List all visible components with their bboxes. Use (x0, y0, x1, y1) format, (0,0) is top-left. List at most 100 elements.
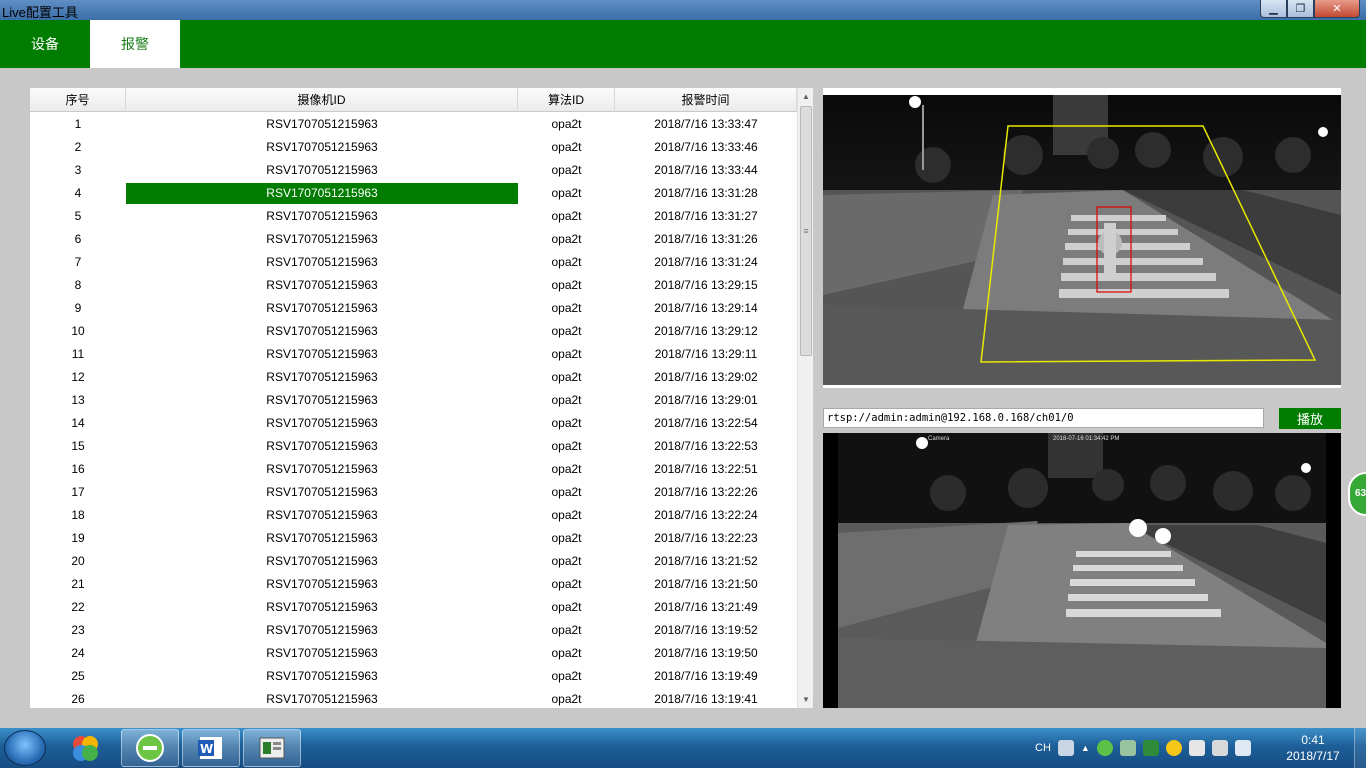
table-row[interactable]: 8 RSV1707051215963 opa2t 2018/7/16 13:29:15 (30, 274, 797, 297)
table-row[interactable]: 10 RSV1707051215963 opa2t 2018/7/16 13:29:1… (30, 320, 797, 343)
cell-camera-id: RSV1707051215963 (266, 485, 378, 499)
cell-index: 19 (71, 531, 85, 545)
browser-icon[interactable] (121, 729, 179, 767)
cell-algorithm-id: opa2t (551, 692, 582, 706)
keyboard-icon[interactable] (1057, 740, 1074, 756)
cell-index: 25 (71, 669, 85, 683)
cell-algorithm-id: opa2t (551, 462, 582, 476)
windows-start-icon[interactable] (4, 730, 46, 766)
cell-camera-id: RSV1707051215963 (266, 347, 378, 361)
live-config-tool-icon[interactable] (243, 729, 301, 767)
cell-camera-id: RSV1707051215963 (266, 669, 378, 683)
table-row[interactable]: 16 RSV1707051215963 opa2t 2018/7/16 13:22:5… (30, 458, 797, 481)
cell-algorithm-id: opa2t (551, 324, 582, 338)
update-plus-icon[interactable] (1165, 740, 1182, 756)
cell-camera-id: RSV1707051215963 (266, 370, 378, 384)
column-header-index[interactable]: 序号 (30, 88, 126, 112)
stream-url-input[interactable]: rtsp://admin:admin@192.168.0.168/ch01/0 (823, 408, 1264, 428)
app-launcher-icon[interactable] (56, 729, 114, 767)
cell-camera-id: RSV1707051215963 (266, 232, 378, 246)
cell-camera-id: RSV1707051215963 (266, 209, 378, 223)
browser-tray-icon[interactable] (1096, 740, 1113, 756)
cell-index: 9 (74, 301, 82, 315)
table-row[interactable]: 7 RSV1707051215963 opa2t 2018/7/16 13:31:24 (30, 251, 797, 274)
word-icon[interactable]: W (182, 729, 240, 767)
volume-icon[interactable] (1234, 740, 1251, 756)
network-icon[interactable] (1211, 740, 1228, 756)
cell-camera-id: RSV1707051215963 (266, 462, 378, 476)
play-button[interactable]: 播放 (1279, 408, 1341, 429)
cell-camera-id: RSV1707051215963 (266, 278, 378, 292)
column-header-alarm-time[interactable]: 报警时间 (615, 88, 797, 112)
table-row[interactable]: 22 RSV1707051215963 opa2t 2018/7/16 13:21:4… (30, 596, 797, 619)
scroll-thumb[interactable]: ≡ (800, 106, 812, 356)
table-row[interactable]: 6 RSV1707051215963 opa2t 2018/7/16 13:31:26 (30, 228, 797, 251)
table-row[interactable]: 11 RSV1707051215963 opa2t 2018/7/16 13:29:1… (30, 343, 797, 366)
table-row[interactable]: 9 RSV1707051215963 opa2t 2018/7/16 13:29:14 (30, 297, 797, 320)
cell-index: 10 (71, 324, 85, 338)
cell-index: 6 (74, 232, 82, 246)
column-header-camera-id[interactable]: 摄像机ID (126, 88, 518, 112)
cell-algorithm-id: opa2t (551, 186, 582, 200)
language-indicator[interactable]: CH (1035, 742, 1051, 754)
table-row[interactable]: 18 RSV1707051215963 opa2t 2018/7/16 13:22:2… (30, 504, 797, 527)
cell-index: 3 (74, 163, 82, 177)
scroll-up-arrow-icon[interactable]: ▲ (798, 88, 813, 105)
cell-alarm-time: 2018/7/16 13:29:11 (654, 347, 758, 361)
table-row[interactable]: 14 RSV1707051215963 opa2t 2018/7/16 13:22:5… (30, 412, 797, 435)
network-drive-icon[interactable] (1119, 740, 1136, 756)
cell-alarm-time: 2018/7/16 13:29:14 (654, 301, 758, 315)
table-row[interactable]: 26 RSV1707051215963 opa2t 2018/7/16 13:19:4… (30, 688, 797, 708)
column-header-algorithm-id[interactable]: 算法ID (518, 88, 615, 112)
window-title: Live配置工具 (2, 5, 78, 20)
cell-index: 18 (71, 508, 85, 522)
window-controls: ▁ ❐ ✕ (1260, 0, 1360, 18)
taskbar-clock[interactable]: 0:41 2018/7/17 (1278, 732, 1348, 764)
cell-camera-id: RSV1707051215963 (266, 117, 378, 131)
table-row[interactable]: 17 RSV1707051215963 opa2t 2018/7/16 13:22:2… (30, 481, 797, 504)
cell-camera-id: RSV1707051215963 (266, 692, 378, 706)
tab-alarms[interactable]: 报警 (90, 20, 180, 68)
system-tray: CH ▲ (1035, 728, 1251, 768)
table-row[interactable]: 15 RSV1707051215963 opa2t 2018/7/16 13:22:5… (30, 435, 797, 458)
table-scrollbar[interactable]: ▲ ≡ ▼ (797, 88, 813, 708)
show-desktop-button[interactable] (1354, 728, 1366, 768)
table-row[interactable]: 4 RSV1707051215963 opa2t 2018/7/16 13:31:28 (30, 182, 797, 205)
live-video-panel: Camera 2018-07-16 01:34:42 PM (823, 433, 1341, 708)
cell-index: 17 (71, 485, 85, 499)
cell-camera-id: RSV1707051215963 (266, 646, 378, 660)
cell-alarm-time: 2018/7/16 13:31:27 (654, 209, 758, 223)
cell-algorithm-id: opa2t (551, 600, 582, 614)
table-body: 1 RSV1707051215963 opa2t 2018/7/16 13:33:47… (30, 113, 797, 708)
maximize-button[interactable]: ❐ (1287, 0, 1314, 18)
usb-device-icon[interactable] (1188, 740, 1205, 756)
close-button[interactable]: ✕ (1314, 0, 1360, 18)
minimize-button[interactable]: ▁ (1260, 0, 1287, 18)
cell-alarm-time: 2018/7/16 13:22:24 (654, 508, 758, 522)
cell-camera-id: RSV1707051215963 (266, 301, 378, 315)
table-row[interactable]: 1 RSV1707051215963 opa2t 2018/7/16 13:33:47 (30, 113, 797, 136)
cell-alarm-time: 2018/7/16 13:33:44 (654, 163, 758, 177)
table-row[interactable]: 19 RSV1707051215963 opa2t 2018/7/16 13:22:2… (30, 527, 797, 550)
scroll-down-arrow-icon[interactable]: ▼ (798, 691, 813, 708)
floating-badge[interactable]: 63 (1348, 472, 1366, 516)
tray-expand-icon[interactable]: ▲ (1081, 743, 1090, 753)
table-row[interactable]: 20 RSV1707051215963 opa2t 2018/7/16 13:21:5… (30, 550, 797, 573)
table-row[interactable]: 24 RSV1707051215963 opa2t 2018/7/16 13:19:5… (30, 642, 797, 665)
cell-algorithm-id: opa2t (551, 623, 582, 637)
table-row[interactable]: 12 RSV1707051215963 opa2t 2018/7/16 13:29:0… (30, 366, 797, 389)
table-row[interactable]: 23 RSV1707051215963 opa2t 2018/7/16 13:19:5… (30, 619, 797, 642)
table-row[interactable]: 21 RSV1707051215963 opa2t 2018/7/16 13:21:5… (30, 573, 797, 596)
cell-algorithm-id: opa2t (551, 163, 582, 177)
table-row[interactable]: 3 RSV1707051215963 opa2t 2018/7/16 13:33:44 (30, 159, 797, 182)
tab-devices[interactable]: 设备 (0, 20, 90, 68)
cell-index: 8 (74, 278, 82, 292)
table-row[interactable]: 5 RSV1707051215963 opa2t 2018/7/16 13:31:27 (30, 205, 797, 228)
cell-alarm-time: 2018/7/16 13:31:24 (654, 255, 758, 269)
cell-alarm-time: 2018/7/16 13:31:26 (654, 232, 758, 246)
cell-alarm-time: 2018/7/16 13:29:15 (654, 278, 758, 292)
table-row[interactable]: 2 RSV1707051215963 opa2t 2018/7/16 13:33:46 (30, 136, 797, 159)
table-row[interactable]: 13 RSV1707051215963 opa2t 2018/7/16 13:29:0… (30, 389, 797, 412)
security-shield-icon[interactable] (1142, 740, 1159, 756)
table-row[interactable]: 25 RSV1707051215963 opa2t 2018/7/16 13:19:4… (30, 665, 797, 688)
